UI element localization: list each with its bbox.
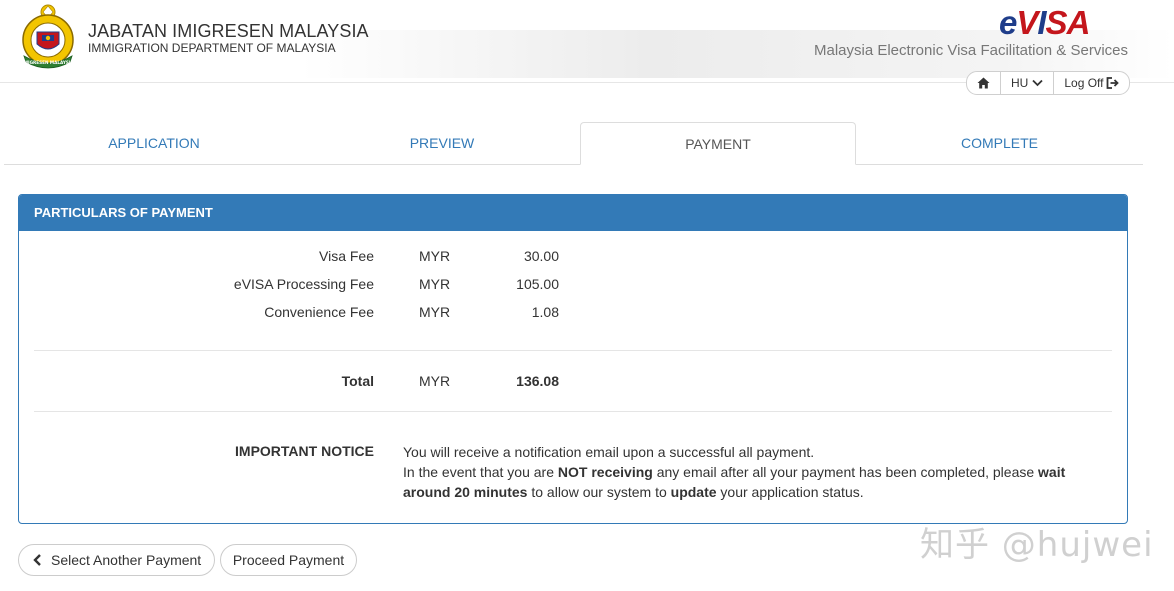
- important-notice-label: IMPORTANT NOTICE: [235, 443, 374, 459]
- proceed-payment-label: Proceed Payment: [232, 552, 345, 568]
- tab-complete[interactable]: COMPLETE: [856, 122, 1143, 164]
- divider: [34, 411, 1112, 412]
- chevron-down-icon: [1032, 79, 1043, 87]
- home-button[interactable]: [967, 72, 1001, 94]
- fee-amount: 1.08: [531, 304, 559, 320]
- fee-amount: 105.00: [516, 276, 559, 292]
- fee-label: Visa Fee: [319, 248, 374, 264]
- fee-amount: 30.00: [523, 248, 559, 264]
- total-amount: 136.08: [516, 373, 559, 389]
- crest-ribbon-text: IMIGRESEN MALAYSIA: [22, 60, 74, 65]
- chevron-left-icon: [33, 554, 41, 566]
- tab-preview[interactable]: PREVIEW: [294, 122, 590, 164]
- immigration-crest-logo: IMIGRESEN MALAYSIA: [22, 4, 74, 69]
- utility-bar: HU Log Off: [966, 71, 1131, 95]
- site-header: IMIGRESEN MALAYSIA JABATAN IMIGRESEN MAL…: [0, 0, 1174, 95]
- total-label: Total: [341, 373, 374, 389]
- fee-currency: MYR: [419, 248, 451, 264]
- proceed-payment-button[interactable]: Proceed Payment: [220, 544, 357, 576]
- sign-out-icon: [1107, 77, 1120, 89]
- fee-currency: MYR: [419, 276, 451, 292]
- agency-subtitle: IMMIGRATION DEPARTMENT OF MALAYSIA: [88, 41, 336, 55]
- notice-line-1: You will receive a notification email up…: [403, 444, 815, 460]
- logoff-label: Log Off: [1064, 76, 1104, 90]
- language-label: HU: [1011, 76, 1029, 90]
- tab-payment[interactable]: PAYMENT: [580, 122, 856, 165]
- payment-particulars-panel: PARTICULARS OF PAYMENT Visa Fee MYR 30.0…: [18, 194, 1128, 524]
- fee-row-processing: eVISA Processing Fee MYR 105.00: [19, 276, 1127, 296]
- important-notice-text: You will receive a notification email up…: [403, 442, 1103, 502]
- language-dropdown[interactable]: HU: [1001, 72, 1055, 94]
- panel-heading: PARTICULARS OF PAYMENT: [19, 195, 1127, 231]
- notice-line-2: In the event that you are NOT receiving …: [403, 464, 1066, 500]
- fee-label: eVISA Processing Fee: [233, 276, 374, 292]
- evisa-logo: eVISA: [999, 4, 1090, 41]
- total-row: Total MYR 136.08: [19, 373, 1127, 393]
- total-currency: MYR: [419, 373, 451, 389]
- agency-title: JABATAN IMIGRESEN MALAYSIA: [88, 21, 369, 41]
- fee-currency: MYR: [419, 304, 451, 320]
- select-another-payment-label: Select Another Payment: [51, 552, 202, 568]
- select-another-payment-button[interactable]: Select Another Payment: [18, 544, 215, 576]
- tab-application[interactable]: APPLICATION: [4, 122, 304, 164]
- fee-row-visa: Visa Fee MYR 30.00: [19, 248, 1127, 268]
- fee-row-convenience: Convenience Fee MYR 1.08: [19, 304, 1127, 324]
- home-icon: [977, 77, 990, 89]
- fee-label: Convenience Fee: [264, 304, 374, 320]
- logoff-button[interactable]: Log Off: [1054, 72, 1129, 94]
- evisa-tagline: Malaysia Electronic Visa Facilitation & …: [813, 42, 1128, 59]
- step-tabs: APPLICATION PREVIEW PAYMENT COMPLETE: [4, 122, 1143, 165]
- divider: [34, 350, 1112, 351]
- watermark: 知乎 @hujwei: [920, 525, 1154, 565]
